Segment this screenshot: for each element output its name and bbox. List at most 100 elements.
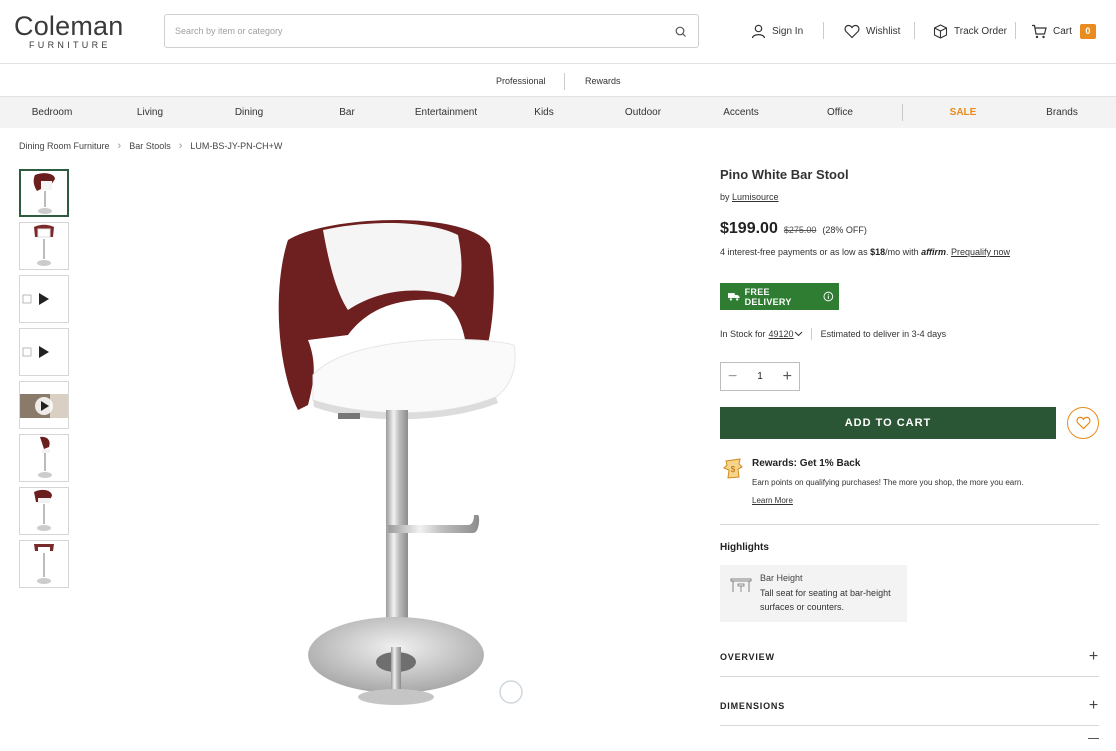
stock-text: In Stock for xyxy=(720,329,766,339)
rewards-link[interactable]: Rewards xyxy=(585,76,621,86)
search-input[interactable] xyxy=(165,15,645,47)
header-divider xyxy=(1015,22,1016,39)
rewards-title: Rewards: Get 1% Back xyxy=(752,458,861,469)
box-icon xyxy=(933,23,948,39)
original-price: $275.00 xyxy=(783,225,817,235)
quantity-stepper: − 1 + xyxy=(720,362,800,391)
chevron-right-icon: › xyxy=(178,140,183,152)
logo-sub-text: FURNITURE xyxy=(29,40,111,50)
stock-divider xyxy=(810,328,812,340)
product-title: Pino White Bar Stool xyxy=(720,167,849,182)
highlights-heading: Highlights xyxy=(720,542,769,553)
logo[interactable]: Coleman FURNITURE xyxy=(14,12,124,50)
section-divider xyxy=(720,524,1099,525)
category-bar[interactable]: Bar xyxy=(339,107,355,118)
learn-more-link[interactable]: Learn More xyxy=(752,496,793,505)
search-icon[interactable] xyxy=(674,25,688,39)
stock-info: In Stock for 49120 Estimated to deliver … xyxy=(720,328,946,340)
minus-icon[interactable] xyxy=(1088,738,1099,739)
bar-table-icon xyxy=(730,578,752,592)
cart-link[interactable]: Cart 0 xyxy=(1031,22,1096,40)
dimensions-accordion[interactable]: DIMENSIONS + xyxy=(720,697,1099,721)
dimensions-label: DIMENSIONS xyxy=(720,701,786,711)
quantity-value[interactable]: 1 xyxy=(757,371,763,382)
affirm-amount: $18 xyxy=(870,247,886,257)
professional-link[interactable]: Professional xyxy=(496,76,546,86)
brand-link[interactable]: Lumisource xyxy=(732,192,779,202)
affirm-text: 4 interest-free payments or as low as xyxy=(720,247,868,257)
category-bedroom[interactable]: Bedroom xyxy=(32,107,73,118)
svg-text:$: $ xyxy=(731,465,736,474)
highlight-card: Bar Height Tall seat for seating at bar-… xyxy=(720,565,907,622)
category-kids[interactable]: Kids xyxy=(534,107,553,118)
category-entertainment[interactable]: Entertainment xyxy=(415,107,477,118)
thumbnail-video-1[interactable] xyxy=(19,275,69,323)
price-row: $199.00 $275.00 (28% OFF) xyxy=(720,220,867,238)
increase-quantity-button[interactable]: + xyxy=(783,368,792,385)
category-divider xyxy=(902,104,903,121)
thumbnail-2[interactable] xyxy=(19,222,69,270)
thumbnail-video-3[interactable] xyxy=(19,381,69,429)
affirm-per: /mo with xyxy=(885,247,919,257)
thumbnail-video-2[interactable] xyxy=(19,328,69,376)
category-outdoor[interactable]: Outdoor xyxy=(625,107,661,118)
highlight-description: Tall seat for seating at bar-height surf… xyxy=(760,588,891,612)
add-to-cart-button[interactable]: ADD TO CART xyxy=(720,407,1056,439)
affirm-logo: affirm xyxy=(921,247,946,257)
thumbnail-7[interactable] xyxy=(19,487,69,535)
affirm-financing: 4 interest-free payments or as low as $1… xyxy=(720,247,1011,257)
product-main-image[interactable] xyxy=(268,215,530,710)
secondary-nav: Professional Rewards xyxy=(0,65,1116,97)
breadcrumb: Dining Room Furniture › Bar Stools › LUM… xyxy=(19,140,282,152)
sign-in-link[interactable]: Sign In xyxy=(751,22,803,40)
thumbnail-gallery xyxy=(19,169,70,593)
track-order-label: Track Order xyxy=(954,25,1007,37)
section-divider xyxy=(720,725,1099,726)
thumbnail-1[interactable] xyxy=(19,169,69,217)
breadcrumb-dining-room[interactable]: Dining Room Furniture xyxy=(19,141,110,151)
category-office[interactable]: Office xyxy=(827,107,853,118)
breadcrumb-sku: LUM-BS-JY-PN-CH+W xyxy=(190,141,283,151)
sign-in-label: Sign In xyxy=(772,25,804,37)
cart-label: Cart xyxy=(1053,25,1072,37)
prequalify-link[interactable]: Prequalify now xyxy=(951,247,1010,257)
rewards-description: Earn points on qualifying purchases! The… xyxy=(752,478,1024,487)
highlight-name: Bar Height xyxy=(760,573,803,583)
breadcrumb-bar-stools[interactable]: Bar Stools xyxy=(129,141,171,151)
heart-icon xyxy=(844,24,860,38)
discount-label: (28% OFF) xyxy=(822,225,867,235)
track-order-link[interactable]: Track Order xyxy=(933,22,1007,40)
category-dining[interactable]: Dining xyxy=(235,107,263,118)
header-divider xyxy=(823,22,824,39)
category-living[interactable]: Living xyxy=(137,107,163,118)
free-delivery-label: FREE DELIVERY xyxy=(744,286,792,307)
overview-label: OVERVIEW xyxy=(720,652,775,662)
cart-count-badge: 0 xyxy=(1079,23,1096,39)
product-price: $199.00 xyxy=(720,220,778,237)
secondary-nav-divider xyxy=(564,73,565,90)
category-sale[interactable]: SALE xyxy=(950,107,977,118)
wishlist-link[interactable]: Wishlist xyxy=(844,22,900,40)
chevron-down-icon[interactable] xyxy=(794,331,803,337)
add-to-wishlist-button[interactable] xyxy=(1067,407,1099,439)
category-nav: Bedroom Living Dining Bar Entertainment … xyxy=(0,97,1116,128)
logo-main-text: Coleman xyxy=(14,11,124,41)
thumbnail-8[interactable] xyxy=(19,540,69,588)
overview-accordion[interactable]: OVERVIEW + xyxy=(720,648,1099,672)
category-brands[interactable]: Brands xyxy=(1046,107,1078,118)
category-accents[interactable]: Accents xyxy=(723,107,759,118)
user-icon xyxy=(751,24,766,38)
wishlist-label: Wishlist xyxy=(866,25,901,37)
decrease-quantity-button[interactable]: − xyxy=(728,368,737,385)
heart-icon xyxy=(1075,416,1091,430)
plus-icon: + xyxy=(1088,697,1099,714)
delivery-estimate: Estimated to deliver in 3-4 days xyxy=(820,329,947,339)
section-divider xyxy=(720,676,1099,677)
thumbnail-6[interactable] xyxy=(19,434,69,482)
truck-icon xyxy=(728,293,740,301)
zip-code-link[interactable]: 49120 xyxy=(769,329,794,339)
search-box xyxy=(164,14,699,48)
rewards-icon: $ xyxy=(723,458,743,479)
free-delivery-badge[interactable]: FREE DELIVERY xyxy=(720,283,839,310)
plus-icon: + xyxy=(1088,648,1099,665)
